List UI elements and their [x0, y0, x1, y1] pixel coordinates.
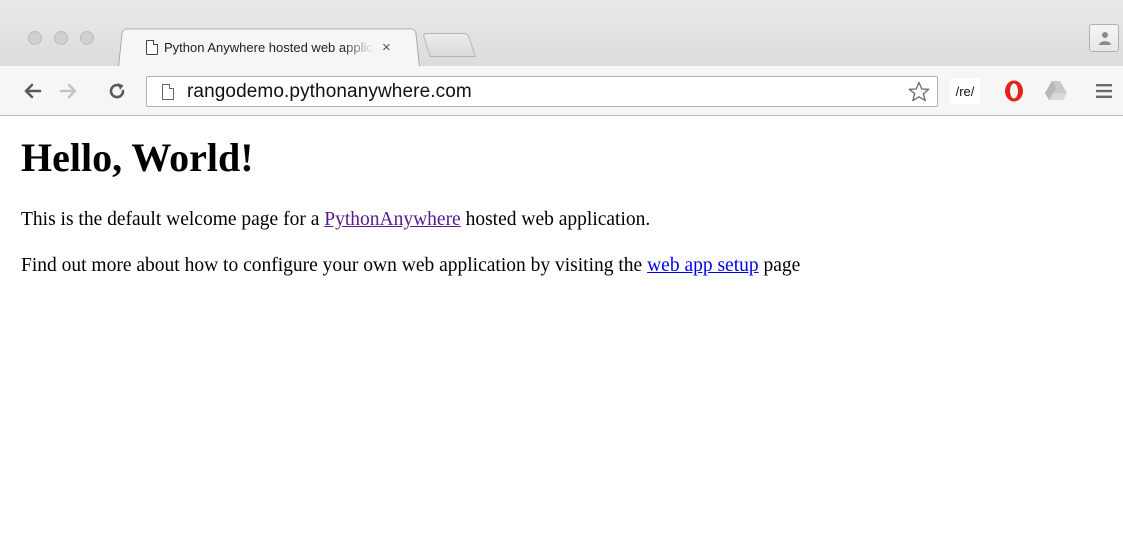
extension-opera-button[interactable]: [1002, 79, 1026, 103]
back-button[interactable]: [20, 79, 44, 103]
url-text[interactable]: rangodemo.pythonanywhere.com: [187, 81, 472, 103]
bookmark-star-button[interactable]: [907, 80, 931, 104]
reload-button[interactable]: [105, 79, 129, 103]
opera-icon: [1005, 80, 1023, 102]
profile-button[interactable]: [1089, 24, 1119, 52]
menu-button[interactable]: [1093, 81, 1115, 101]
new-tab-button[interactable]: [422, 33, 476, 57]
address-bar[interactable]: rangodemo.pythonanywhere.com: [146, 76, 938, 107]
extension-re-button[interactable]: /re/: [950, 78, 980, 104]
window-minimize-button[interactable]: [54, 31, 68, 45]
star-icon: [908, 81, 930, 102]
arrow-right-icon: [59, 83, 77, 99]
window-maximize-button[interactable]: [80, 31, 94, 45]
web-app-setup-link[interactable]: web app setup: [647, 255, 759, 276]
person-icon: [1099, 32, 1111, 45]
pythonanywhere-link[interactable]: PythonAnywhere: [324, 209, 460, 230]
welcome-text-before: This is the default welcome page for a: [21, 209, 325, 230]
tab-close-button[interactable]: ×: [382, 39, 391, 56]
window-close-button[interactable]: [28, 31, 42, 45]
tab-strip: Python Anywhere hosted web application ×: [0, 0, 1123, 68]
browser-chrome: Python Anywhere hosted web application ×: [0, 0, 1123, 116]
setup-text-before: Find out more about how to configure you…: [21, 255, 648, 276]
extension-drive-button[interactable]: [1044, 80, 1068, 102]
page-content: Hello, World! This is the default welcom…: [0, 117, 1123, 560]
tab-content[interactable]: Python Anywhere hosted web application ×: [134, 29, 406, 65]
drive-icon: [1045, 81, 1067, 100]
setup-text-after: page: [758, 255, 801, 276]
page-icon: [146, 39, 158, 55]
tab-title: Python Anywhere hosted web application: [164, 39, 374, 55]
arrow-left-icon: [24, 83, 42, 99]
reload-icon: [109, 83, 125, 99]
forward-button[interactable]: [57, 79, 81, 103]
welcome-text-after: hosted web application.: [460, 209, 651, 230]
page-heading: Hello, World!: [21, 135, 254, 180]
page-icon: [162, 83, 174, 100]
welcome-paragraph: This is the default welcome page for a P…: [21, 208, 1102, 232]
hamburger-menu-icon: [1096, 84, 1112, 98]
setup-paragraph: Find out more about how to configure you…: [21, 254, 1102, 278]
